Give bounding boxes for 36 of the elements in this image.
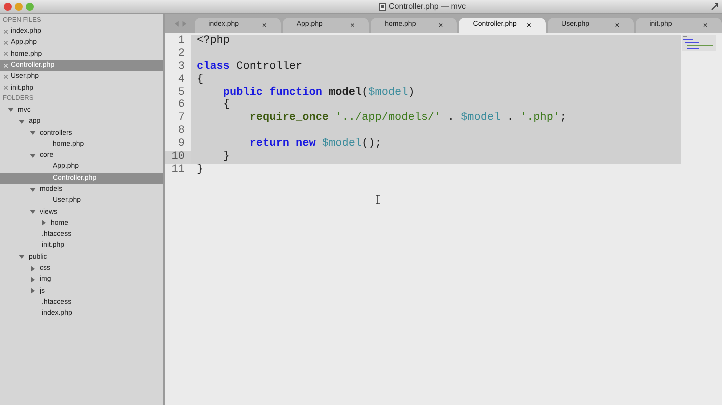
line-number: 4 (177, 74, 186, 87)
text-cursor-icon (376, 195, 380, 204)
line-number: 10 (165, 151, 191, 164)
line-number: 3 (177, 60, 186, 74)
document-icon (379, 2, 386, 10)
line-number: 6 (177, 99, 186, 112)
fullscreen-icon[interactable] (711, 2, 719, 10)
close-icon[interactable] (4, 40, 8, 45)
arrows-icon[interactable] (175, 21, 187, 27)
minimize-window-icon[interactable] (15, 2, 23, 10)
line-number: 11 (170, 164, 186, 177)
triangle-down-icon (19, 254, 25, 260)
line-number: 9 (177, 138, 186, 152)
close-icon[interactable] (4, 52, 8, 56)
tab-close-button[interactable]: × (438, 20, 444, 32)
triangle-right-icon (41, 220, 47, 226)
window-title: Controller.php — mvc (389, 0, 466, 12)
line-number: 1 (177, 35, 186, 48)
zoom-window-icon[interactable] (26, 2, 34, 10)
tab-close-button[interactable]: × (350, 20, 356, 32)
triangle-down-icon (30, 152, 36, 159)
close-window-icon[interactable] (4, 2, 12, 10)
line-number: 2 (177, 48, 186, 61)
line-number: 8 (177, 125, 186, 138)
tab-close-button[interactable]: × (526, 20, 532, 32)
tab-close-button[interactable]: × (703, 20, 708, 32)
close-icon[interactable] (4, 74, 8, 79)
close-icon[interactable] (4, 30, 8, 34)
minimap-drawing (682, 35, 716, 51)
tab-close-button[interactable]: × (262, 20, 267, 32)
tab-close-button[interactable]: × (615, 20, 620, 32)
triangle-down-icon (30, 186, 36, 192)
triangle-down-icon (30, 209, 36, 216)
line-number: 5 (177, 86, 186, 100)
close-icon[interactable] (4, 86, 8, 90)
line-number: 7 (177, 112, 186, 126)
